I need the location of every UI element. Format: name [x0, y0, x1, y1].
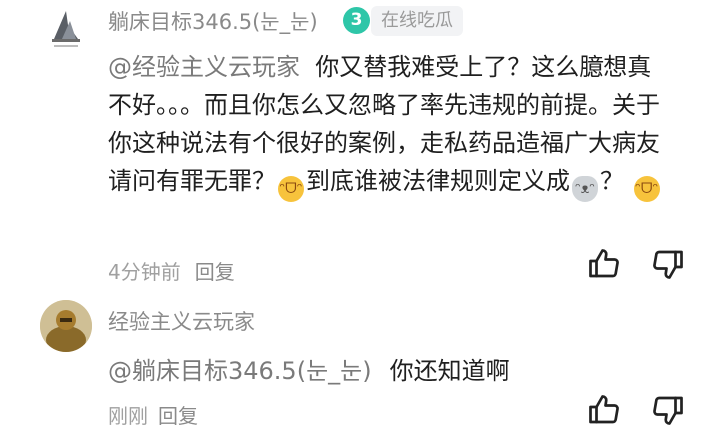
thumb-down-icon[interactable]: [650, 392, 686, 428]
comment-username[interactable]: 躺床目标346.5(눈_눈): [108, 6, 318, 36]
laughing-emoji-icon: ᵔᗜᵔ: [633, 176, 660, 202]
comment-username[interactable]: 经验主义云玩家: [108, 306, 255, 336]
thumb-up-icon[interactable]: [586, 246, 622, 282]
comment-text: @躺床目标346.5(눈_눈) 你还知道啊: [108, 355, 510, 387]
comment-body: 你还知道啊: [389, 357, 510, 385]
user-avatar[interactable]: [40, 3, 92, 55]
thumb-down-icon[interactable]: [650, 246, 686, 282]
user-avatar[interactable]: [40, 300, 92, 352]
mention-link[interactable]: @经验主义云玩家: [108, 53, 300, 81]
comment-meta: 刚刚 回复: [108, 400, 198, 429]
comment-text: @经验主义云玩家 你又替我难受上了？这么臆想真不好。。。而且你怎么又忽略了率先违…: [108, 48, 668, 202]
reply-button[interactable]: 回复: [195, 260, 235, 284]
comment-meta: 4分钟前 回复: [108, 256, 235, 285]
comment-body-end: ？: [600, 167, 624, 195]
mention-link[interactable]: @躺床目标346.5(눈_눈): [108, 357, 372, 385]
timestamp: 刚刚: [108, 404, 148, 428]
thumb-up-icon[interactable]: [586, 392, 622, 428]
status-badge: 在线吃瓜: [371, 6, 463, 36]
mouse-emoji-icon: ᵔᴥᵔ: [572, 176, 598, 202]
badge-icon: 3: [343, 7, 370, 34]
timestamp: 4分钟前: [108, 260, 181, 284]
laughing-emoji-icon: ᵔᗜᵔ: [278, 176, 304, 202]
reply-button[interactable]: 回复: [158, 404, 198, 428]
comment-body-continued: 到底谁被法律规则定义成: [306, 167, 570, 195]
